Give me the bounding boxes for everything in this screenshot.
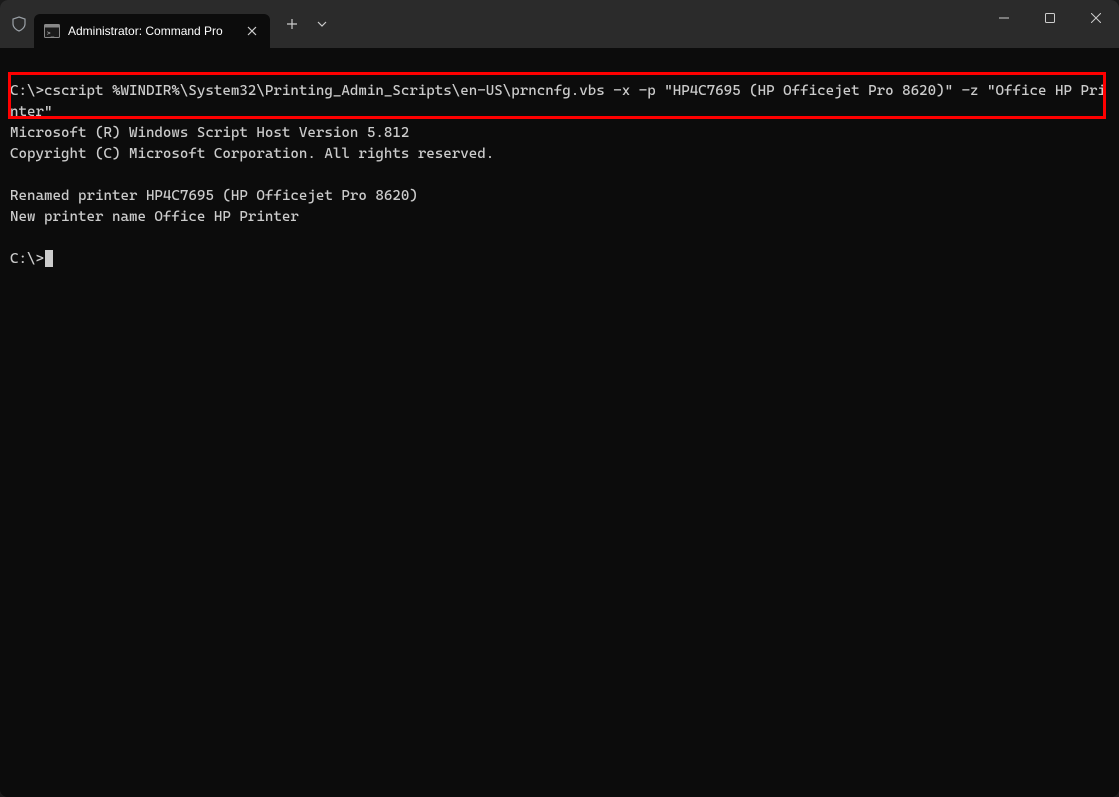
tab-close-button[interactable] bbox=[244, 23, 260, 39]
terminal-prompt: C:\> bbox=[10, 249, 1109, 270]
terminal-line: Renamed printer HP4C7695 (HP Officejet P… bbox=[10, 186, 1109, 207]
prompt-text: C:\> bbox=[10, 251, 44, 267]
window-controls bbox=[981, 0, 1119, 36]
title-bar: >_ Administrator: Command Pro bbox=[0, 0, 1119, 48]
terminal-window: >_ Administrator: Command Pro bbox=[0, 0, 1119, 797]
svg-text:>_: >_ bbox=[47, 30, 55, 37]
cmd-icon: >_ bbox=[44, 23, 60, 39]
terminal-body[interactable]: C:\>cscript %WINDIR%\System32\Printing_A… bbox=[0, 48, 1119, 797]
new-tab-button[interactable] bbox=[278, 10, 306, 38]
terminal-line: Copyright (C) Microsoft Corporation. All… bbox=[10, 144, 1109, 165]
minimize-button[interactable] bbox=[981, 0, 1027, 36]
tab-command-prompt[interactable]: >_ Administrator: Command Pro bbox=[34, 14, 270, 48]
close-button[interactable] bbox=[1073, 0, 1119, 36]
maximize-button[interactable] bbox=[1027, 0, 1073, 36]
tab-dropdown-button[interactable] bbox=[308, 10, 336, 38]
terminal-line: Microsoft (R) Windows Script Host Versio… bbox=[10, 123, 1109, 144]
tab-title: Administrator: Command Pro bbox=[68, 24, 236, 38]
shield-icon bbox=[10, 15, 28, 33]
terminal-line: New printer name Office HP Printer bbox=[10, 207, 1109, 228]
terminal-line: C:\>cscript %WINDIR%\System32\Printing_A… bbox=[10, 81, 1109, 123]
cursor bbox=[45, 250, 53, 267]
